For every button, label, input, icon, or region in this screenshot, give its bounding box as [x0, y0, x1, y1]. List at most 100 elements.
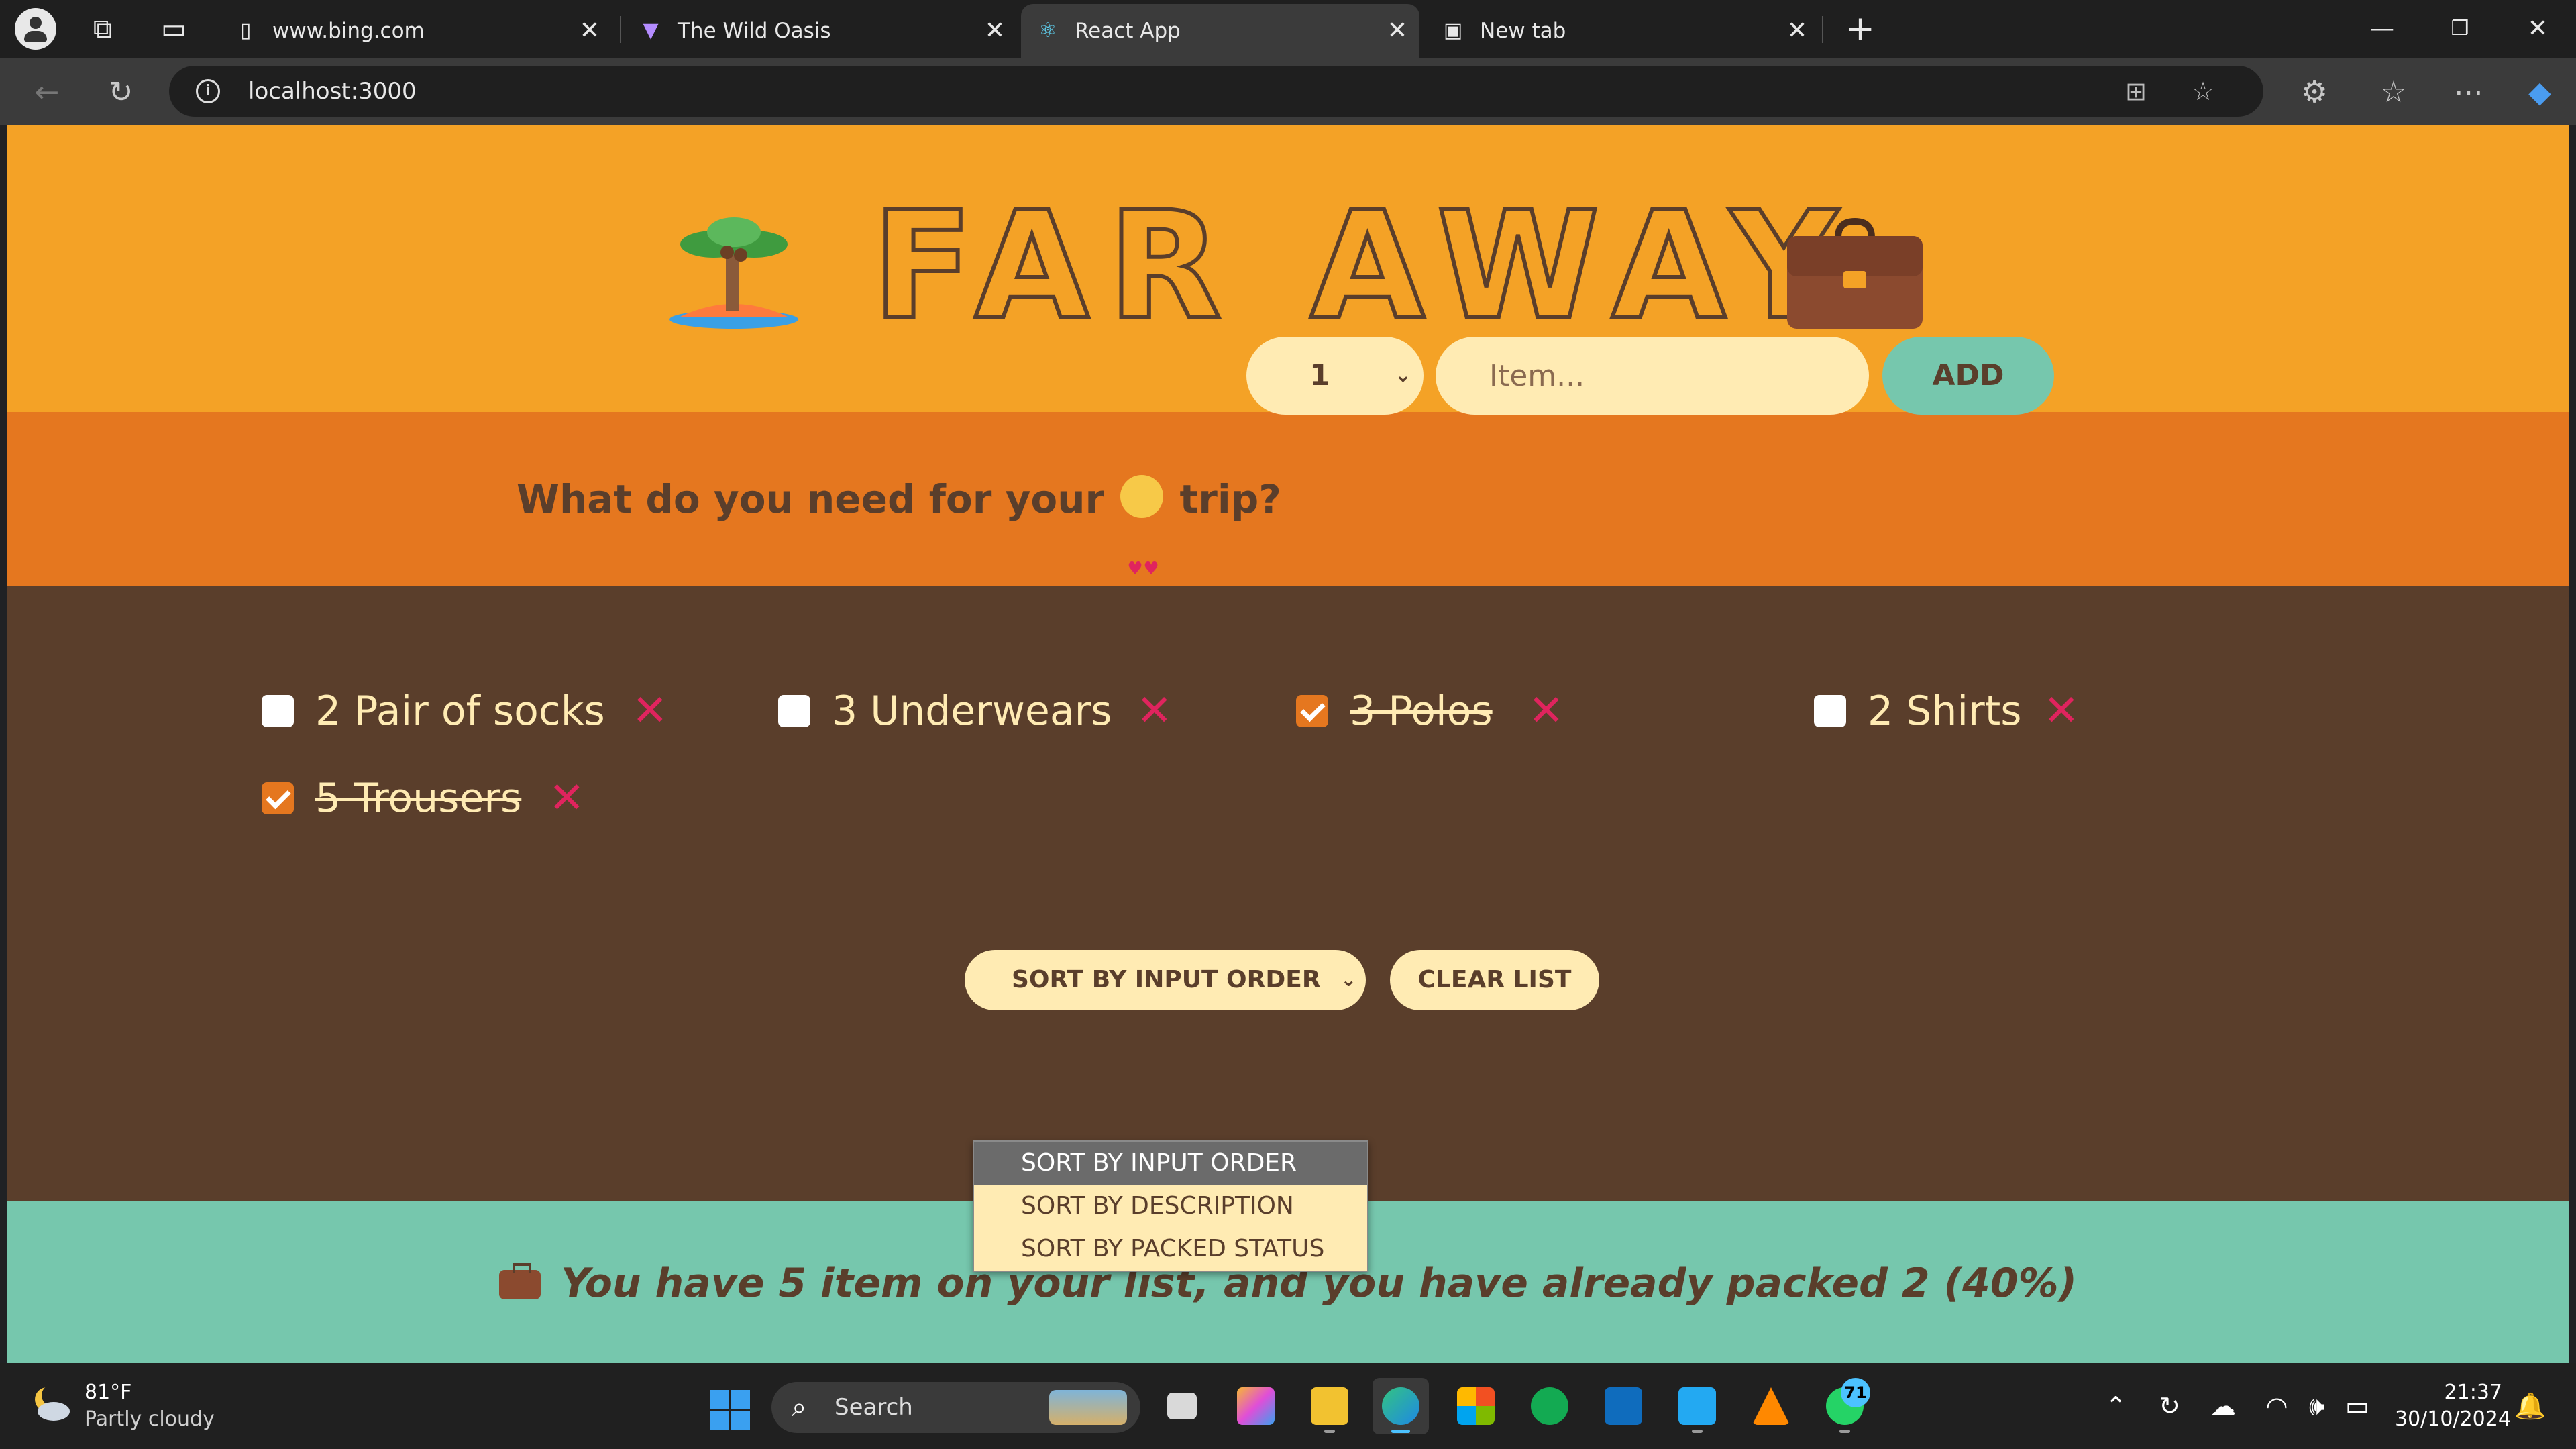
vite-icon: ▼ [643, 19, 659, 42]
search-icon: ⌕ [792, 1392, 807, 1423]
delete-item-icon[interactable]: ✕ [2043, 684, 2080, 738]
tab-label: The Wild Oasis [678, 19, 831, 43]
chevron-down-icon: ⌄ [1340, 969, 1356, 991]
delete-item-icon[interactable]: ✕ [1136, 684, 1173, 738]
favorites-icon[interactable]: ☆ [2373, 74, 2414, 111]
close-tab-icon[interactable]: ✕ [1387, 4, 1407, 58]
list-item: 5 Trousers ✕ [262, 771, 610, 825]
close-window-icon[interactable]: ✕ [2501, 0, 2575, 58]
vertical-tabs-icon[interactable]: ▭ [157, 12, 191, 46]
clock-date: 30/10/2024 [2395, 1407, 2511, 1431]
close-tab-icon[interactable]: ✕ [580, 4, 600, 58]
sync-icon[interactable]: ↻ [2151, 1387, 2188, 1425]
briefcase-icon [498, 1263, 541, 1299]
close-tab-icon[interactable]: ✕ [985, 4, 1005, 58]
refresh-icon[interactable]: ↻ [101, 74, 141, 111]
whatsapp-notification-badge: 71 [1841, 1378, 1870, 1407]
sort-option-description[interactable]: SORT BY DESCRIPTION [974, 1185, 1367, 1228]
packed-checkbox[interactable] [778, 695, 810, 727]
url-text[interactable]: localhost:3000 [248, 66, 417, 117]
tab-new-tab[interactable]: ▣ New tab ✕ [1426, 4, 1819, 58]
search-highlight-icon [1049, 1390, 1127, 1425]
vscode-icon[interactable] [1669, 1378, 1725, 1434]
onedrive-cloud-icon[interactable]: ☁ [2204, 1387, 2242, 1425]
item-label: 5 Trousers [315, 775, 522, 822]
taskbar-clock[interactable]: 21:37 30/10/2024 [2395, 1379, 2511, 1433]
microsoft-store-icon[interactable] [1448, 1378, 1504, 1434]
delete-item-icon[interactable]: ✕ [632, 684, 668, 738]
packed-checkbox[interactable] [262, 695, 294, 727]
quantity-select[interactable]: 1 ⌄ [1246, 337, 1424, 415]
address-bar[interactable]: i localhost:3000 ⊞ ☆ [169, 66, 2263, 117]
clear-list-button[interactable]: CLEAR LIST [1390, 950, 1599, 1010]
packed-checkbox[interactable] [262, 782, 294, 814]
windows-start-icon[interactable] [710, 1390, 750, 1430]
app-logo-title: FAR AWAY [870, 180, 1856, 352]
new-tab-plus-icon[interactable]: + [1843, 11, 1877, 46]
workspaces-icon[interactable]: ⧉ [86, 12, 119, 46]
briefcase-icon [1787, 217, 1923, 329]
sort-selected-value: SORT BY INPUT ORDER [1012, 966, 1321, 994]
notifications-bell-icon[interactable]: 🔔 [2512, 1387, 2549, 1425]
back-arrow-icon[interactable]: ← [27, 74, 67, 111]
close-tab-icon[interactable]: ✕ [1787, 4, 1807, 58]
add-item-form: What do you need for your trip? [7, 412, 2569, 656]
weather-description[interactable]: Partly cloudy [85, 1407, 215, 1431]
quantity-value: 1 [1309, 358, 1330, 392]
copilot-icon[interactable]: ◆ [2520, 74, 2560, 111]
sort-dropdown-menu: SORT BY INPUT ORDER SORT BY DESCRIPTION … [973, 1140, 1368, 1272]
tab-react-app[interactable]: ⚛ React App ✕ [1021, 4, 1419, 58]
outlook-icon[interactable] [1595, 1378, 1652, 1434]
tab-label: New tab [1480, 19, 1566, 43]
heart-eyes-emoji-icon [1120, 475, 1164, 656]
delete-item-icon[interactable]: ✕ [549, 771, 585, 825]
item-input[interactable] [1436, 337, 1869, 415]
site-info-icon[interactable]: i [196, 79, 220, 103]
packed-checkbox[interactable] [1296, 695, 1328, 727]
volume-icon[interactable]: 🕪 [2298, 1387, 2336, 1425]
item-label: 3 Underwears [832, 688, 1112, 735]
taskbar-search[interactable]: ⌕ Search [771, 1382, 1140, 1433]
item-label: 2 Pair of socks [315, 688, 605, 735]
copilot-app-icon[interactable] [1228, 1378, 1284, 1434]
file-explorer-icon[interactable] [1301, 1378, 1358, 1434]
react-icon: ⚛ [1038, 19, 1057, 42]
list-item: 2 Pair of socks ✕ [262, 684, 678, 738]
packing-list: 2 Pair of socks ✕ 3 Underwears ✕ 3 Polos… [7, 586, 2569, 1201]
minimize-icon[interactable]: — [2345, 0, 2419, 58]
tab-separator [1822, 16, 1823, 43]
sort-select[interactable]: SORT BY INPUT ORDER ⌄ [965, 950, 1366, 1010]
add-button[interactable]: ADD [1882, 337, 2054, 415]
question-text-end: trip? [1179, 476, 1281, 522]
tab-wild-oasis[interactable]: ▼ The Wild Oasis ✕ [624, 4, 1017, 58]
wifi-icon[interactable]: ◠ [2258, 1387, 2296, 1425]
show-hidden-icons-chevron-icon[interactable]: ⌃ [2097, 1387, 2135, 1425]
packed-checkbox[interactable] [1814, 695, 1846, 727]
mongodb-compass-icon[interactable] [1521, 1378, 1578, 1434]
tab-label: React App [1075, 19, 1181, 43]
task-view-icon[interactable] [1154, 1378, 1210, 1434]
address-bar-row: ← ↻ i localhost:3000 ⊞ ☆ ⚙ ☆ ⋯ ◆ [0, 58, 2576, 125]
edge-browser-icon[interactable] [1373, 1378, 1429, 1434]
delete-item-icon[interactable]: ✕ [1528, 684, 1564, 738]
sort-option-input-order[interactable]: SORT BY INPUT ORDER [974, 1142, 1367, 1185]
question-text: What do you need for your [517, 476, 1105, 522]
palm-island-icon [669, 217, 798, 329]
extensions-icon[interactable]: ⚙ [2294, 74, 2334, 111]
tab-label: www.bing.com [272, 19, 425, 43]
search-label: Search [835, 1394, 913, 1421]
form-question: What do you need for your trip? [517, 412, 1281, 656]
windows-taskbar: 81°F Partly cloudy ⌕ Search 71 ⌃ ↻ ☁ ◠ 🕪… [0, 1363, 2576, 1449]
sort-option-packed-status[interactable]: SORT BY PACKED STATUS [974, 1228, 1367, 1271]
partly-cloudy-moon-icon[interactable] [30, 1382, 72, 1425]
restore-icon[interactable]: ❐ [2423, 0, 2497, 58]
weather-temperature[interactable]: 81°F [85, 1381, 131, 1404]
tab-bing[interactable]: ▯ www.bing.com ✕ [219, 4, 612, 58]
favorite-star-icon[interactable]: ☆ [2187, 75, 2219, 107]
vlc-icon[interactable] [1743, 1378, 1799, 1434]
profile-avatar-icon[interactable] [15, 8, 56, 50]
battery-icon[interactable]: ▭ [2339, 1387, 2376, 1425]
app-available-icon[interactable]: ⊞ [2120, 75, 2152, 107]
more-menu-icon[interactable]: ⋯ [2449, 74, 2489, 111]
clock-time: 21:37 [2444, 1381, 2502, 1404]
